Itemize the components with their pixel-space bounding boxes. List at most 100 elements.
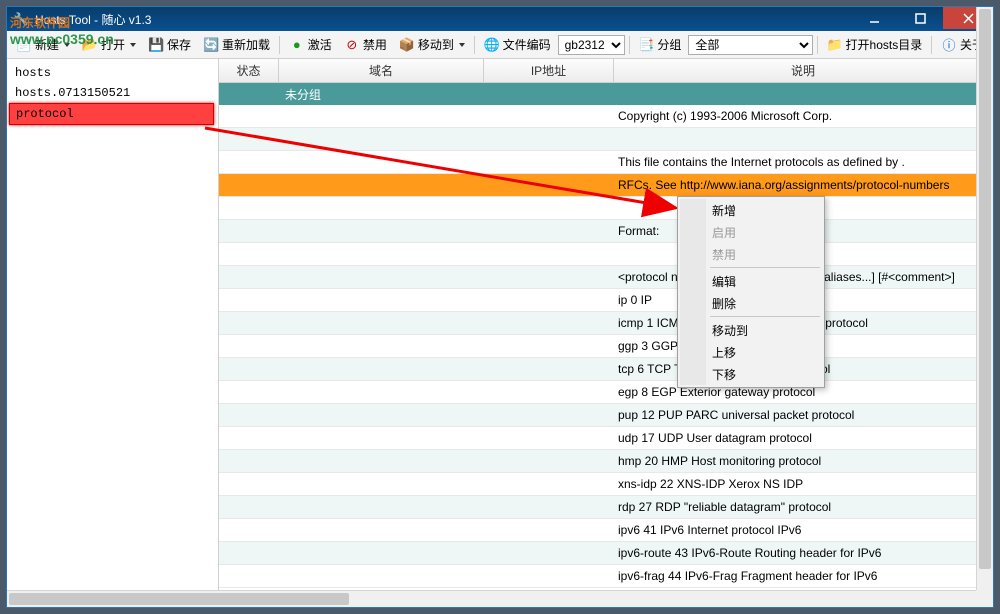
scrollbar-thumb[interactable]: [979, 9, 991, 569]
row-desc: ipv6 41 IPv6 Internet protocol IPv6: [614, 523, 993, 537]
row-desc: pup 12 PUP PARC universal packet protoco…: [614, 408, 993, 422]
col-ip-header[interactable]: IP地址: [484, 59, 614, 82]
row-desc: hmp 20 HMP Host monitoring protocol: [614, 454, 993, 468]
toolbar: 📄新建 📂打开 💾保存 🔄重新加载 ●激活 ⊘禁用 📦移动到 🌐文件编码 gb2…: [7, 31, 993, 59]
table-row[interactable]: xns-idp 22 XNS-IDP Xerox NS IDP: [219, 473, 993, 496]
reload-button[interactable]: 🔄重新加载: [198, 34, 275, 55]
encoding-select[interactable]: gb2312: [558, 35, 625, 55]
file-icon: 📄: [16, 37, 32, 53]
table-row[interactable]: ipv6 41 IPv6 Internet protocol IPv6: [219, 519, 993, 542]
grid-header: 状态 域名 IP地址 说明: [219, 59, 993, 83]
chevron-down-icon: [130, 43, 136, 47]
table-row[interactable]: This file contains the Internet protocol…: [219, 151, 993, 174]
window-title: Hosts Tool - 随心 v1.3: [35, 11, 851, 28]
menu-separator: [710, 316, 820, 317]
outer-h-scrollbar[interactable]: [7, 590, 976, 607]
outer-v-scrollbar[interactable]: [976, 7, 993, 607]
main-area: hostshosts.0713150521protocol 状态 域名 IP地址…: [7, 59, 993, 607]
chevron-down-icon: [64, 43, 70, 47]
minimize-button[interactable]: [851, 7, 897, 29]
save-icon: 💾: [148, 37, 164, 53]
row-desc: rdp 27 RDP "reliable datagram" protocol: [614, 500, 993, 514]
table-row[interactable]: icmp 1 ICMP Internet control message pro…: [219, 312, 993, 335]
col-domain-header[interactable]: 域名: [279, 59, 484, 82]
menu-item[interactable]: 编辑: [680, 270, 822, 292]
table-row[interactable]: [219, 243, 993, 266]
encoding-label: 🌐文件编码: [479, 34, 556, 55]
table-row[interactable]: Copyright (c) 1993-2006 Microsoft Corp.: [219, 105, 993, 128]
moveto-button[interactable]: 📦移动到: [394, 34, 470, 55]
globe-icon: 🌐: [484, 37, 500, 53]
row-desc: ipv6-route 43 IPv6-Route Routing header …: [614, 546, 993, 560]
reload-icon: 🔄: [203, 37, 219, 53]
folder-icon: 📁: [827, 37, 843, 53]
table-row[interactable]: [219, 128, 993, 151]
table-row[interactable]: egp 8 EGP Exterior gateway protocol: [219, 381, 993, 404]
separator: [817, 36, 818, 54]
scroll-corner: [976, 590, 993, 607]
table-row[interactable]: rdp 27 RDP "reliable datagram" protocol: [219, 496, 993, 519]
menu-item: 启用: [680, 221, 822, 243]
menu-item[interactable]: 下移: [680, 363, 822, 385]
sidebar: hostshosts.0713150521protocol: [7, 59, 219, 607]
table-row[interactable]: <protocol name> <assigned number> [alias…: [219, 266, 993, 289]
row-desc: xns-idp 22 XNS-IDP Xerox NS IDP: [614, 477, 993, 491]
sidebar-item[interactable]: hosts: [9, 63, 216, 83]
separator: [629, 36, 630, 54]
table-row[interactable]: RFCs. See http://www.iana.org/assignment…: [219, 174, 993, 197]
save-button[interactable]: 💾保存: [143, 34, 196, 55]
block-icon: ⊘: [344, 37, 360, 53]
separator: [279, 36, 280, 54]
group-row[interactable]: 未分组: [219, 83, 993, 105]
col-status-header[interactable]: 状态: [219, 59, 279, 82]
scrollbar-thumb[interactable]: [9, 593, 349, 605]
row-desc: udp 17 UDP User datagram protocol: [614, 431, 993, 445]
menu-item[interactable]: 新增: [680, 199, 822, 221]
grid-body[interactable]: 未分组 Copyright (c) 1993-2006 Microsoft Co…: [219, 83, 993, 607]
context-menu: 新增启用禁用编辑删除移动到上移下移: [677, 196, 825, 388]
table-row[interactable]: tcp 6 TCP Transmission control protocol: [219, 358, 993, 381]
table-row[interactable]: hmp 20 HMP Host monitoring protocol: [219, 450, 993, 473]
table-row[interactable]: Format:: [219, 220, 993, 243]
disable-button[interactable]: ⊘禁用: [339, 34, 392, 55]
menu-item[interactable]: 上移: [680, 341, 822, 363]
group-label: 📑分组: [633, 34, 686, 55]
app-window: 🔧 Hosts Tool - 随心 v1.3 📄新建 📂打开 💾保存 🔄重新加载…: [6, 6, 994, 608]
chevron-down-icon: [459, 43, 465, 47]
sidebar-item[interactable]: protocol: [9, 103, 214, 125]
menu-item: 禁用: [680, 243, 822, 265]
table-row[interactable]: [219, 197, 993, 220]
info-icon: ⓘ: [941, 37, 957, 53]
content-area: 状态 域名 IP地址 说明 未分组 Copyright (c) 1993-200…: [219, 59, 993, 607]
move-icon: 📦: [399, 37, 415, 53]
app-icon: 🔧: [13, 11, 29, 27]
table-row[interactable]: ipv6-frag 44 IPv6-Frag Fragment header f…: [219, 565, 993, 588]
group-select[interactable]: 全部: [688, 35, 812, 55]
check-icon: ●: [289, 37, 305, 53]
sidebar-item[interactable]: hosts.0713150521: [9, 83, 216, 103]
menu-item[interactable]: 移动到: [680, 319, 822, 341]
group-icon: 📑: [638, 37, 654, 53]
table-row[interactable]: pup 12 PUP PARC universal packet protoco…: [219, 404, 993, 427]
table-row[interactable]: ggp 3 GGP Gateway-gateway protocol: [219, 335, 993, 358]
menu-item[interactable]: 删除: [680, 292, 822, 314]
table-row[interactable]: udp 17 UDP User datagram protocol: [219, 427, 993, 450]
col-desc-header[interactable]: 说明: [614, 59, 993, 82]
row-desc: This file contains the Internet protocol…: [614, 155, 993, 169]
row-desc: Copyright (c) 1993-2006 Microsoft Corp.: [614, 109, 993, 123]
row-desc: ipv6-frag 44 IPv6-Frag Fragment header f…: [614, 569, 993, 583]
window-buttons: [851, 7, 993, 31]
menu-separator: [710, 267, 820, 268]
table-row[interactable]: ipv6-route 43 IPv6-Route Routing header …: [219, 542, 993, 565]
table-row[interactable]: ip 0 IP: [219, 289, 993, 312]
activate-button[interactable]: ●激活: [284, 34, 337, 55]
separator: [931, 36, 932, 54]
open-button[interactable]: 📂打开: [77, 34, 141, 55]
folder-open-icon: 📂: [82, 37, 98, 53]
new-button[interactable]: 📄新建: [11, 34, 75, 55]
separator: [474, 36, 475, 54]
titlebar[interactable]: 🔧 Hosts Tool - 随心 v1.3: [7, 7, 993, 31]
open-hosts-dir-button[interactable]: 📁打开hosts目录: [822, 34, 928, 55]
row-desc: RFCs. See http://www.iana.org/assignment…: [614, 178, 993, 192]
maximize-button[interactable]: [897, 7, 943, 29]
